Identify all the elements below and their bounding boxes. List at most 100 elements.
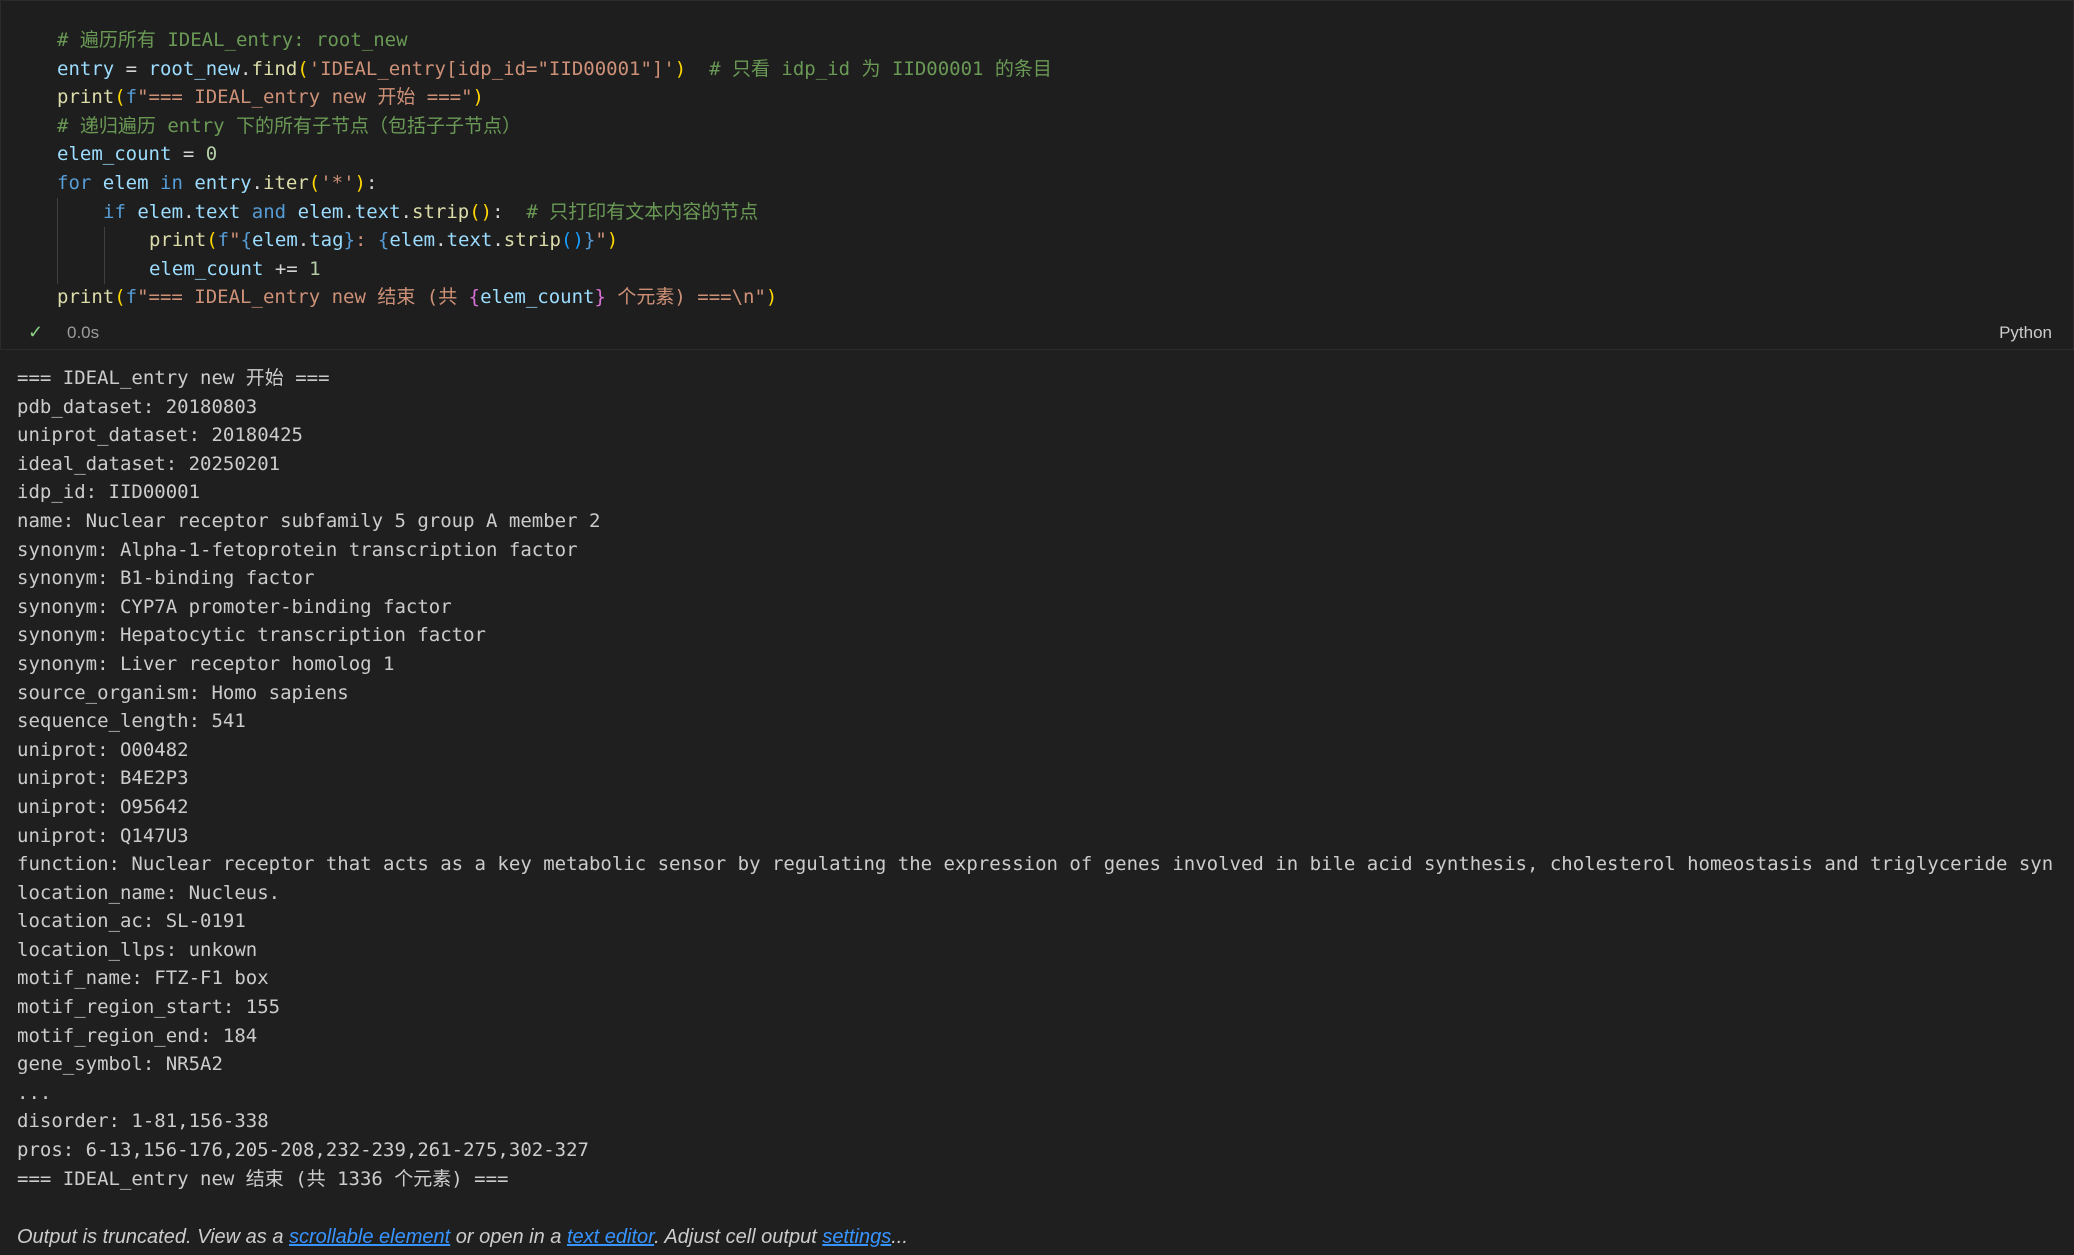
code-token: )	[472, 86, 484, 109]
code-token: "	[595, 229, 607, 252]
output-line: location_name: Nucleus.	[17, 881, 281, 904]
code-token: elem	[297, 200, 344, 223]
code-token: # 只打印有文本内容的节点	[526, 200, 759, 223]
code-token: )	[606, 229, 619, 252]
code-token: .	[400, 200, 412, 223]
code-token: .	[240, 57, 252, 80]
code-token: elem	[252, 229, 298, 252]
code-token: elem_count	[57, 143, 172, 166]
output-line: name: Nuclear receptor subfamily 5 group…	[17, 509, 601, 532]
code-token: }	[583, 229, 596, 252]
code-token: 个元素) ===\n"	[605, 286, 766, 309]
code-line: elem_count = 0	[57, 140, 1052, 169]
code-token: )	[354, 171, 366, 194]
code-token: (	[114, 286, 126, 309]
code-token: f	[125, 286, 138, 309]
code-editor[interactable]: # 遍历所有 IDEAL_entry: root_newentry = root…	[57, 26, 1052, 312]
code-token: entry	[57, 57, 115, 80]
code-token: ()	[561, 229, 584, 252]
output-line: motif_region_end: 184	[17, 1024, 258, 1047]
truncation-suffix: ...	[891, 1226, 908, 1248]
cell-status-bar: ✓ 0.0s Python	[0, 318, 2074, 348]
code-token: :	[492, 200, 527, 223]
code-token: elem	[102, 171, 149, 194]
code-cell[interactable]: # 遍历所有 IDEAL_entry: root_newentry = root…	[0, 0, 2074, 350]
output-line: synonym: Hepatocytic transcription facto…	[17, 624, 486, 647]
output-line: pros: 6-13,156-176,205-208,232-239,261-2…	[17, 1139, 589, 1162]
cell-output: === IDEAL_entry new 开始 === pdb_dataset: 2…	[17, 364, 2074, 1193]
code-line: if elem.text and elem.text.strip(): # 只打…	[57, 198, 1052, 227]
code-token: :	[355, 229, 378, 252]
code-line: print(f"=== IDEAL_entry new 开始 ===")	[57, 83, 1052, 112]
code-token: text	[194, 200, 241, 223]
code-token: tag	[309, 229, 344, 252]
output-line: uniprot: O95642	[17, 795, 189, 818]
code-token: (	[308, 171, 321, 194]
code-token: ()	[469, 200, 493, 223]
code-token: # 遍历所有 IDEAL_entry: root_new	[57, 29, 408, 51]
output-line: === IDEAL_entry new 开始 ===	[17, 367, 330, 389]
output-line: pdb_dataset: 20180803	[17, 395, 258, 418]
code-token: .	[343, 200, 355, 223]
code-token: # 只看 idp_id 为 IID00001 的条目	[709, 57, 1052, 80]
code-token: print	[57, 86, 115, 109]
truncation-prefix: Output is truncated. View as a	[17, 1226, 290, 1248]
code-line: # 遍历所有 IDEAL_entry: root_new	[57, 26, 1052, 55]
output-line: uniprot: B4E2P3	[17, 767, 189, 790]
output-line: === IDEAL_entry new 结束 (共 1336 个元素) ===	[17, 1167, 509, 1190]
code-token: )	[765, 286, 778, 309]
code-token: .	[183, 200, 195, 223]
output-line: function: Nuclear receptor that acts as …	[17, 853, 2054, 876]
output-line: motif_region_start: 155	[17, 996, 281, 1019]
output-line: idp_id: IID00001	[17, 481, 201, 504]
code-line: entry = root_new.find('IDEAL_entry[idp_i…	[57, 55, 1052, 84]
code-token: )	[674, 57, 687, 80]
code-token: if	[103, 200, 126, 223]
scrollable-element-link[interactable]: scrollable element	[289, 1226, 450, 1248]
success-check-icon: ✓	[28, 322, 44, 342]
output-line: uniprot: Q147U3	[17, 824, 189, 847]
code-token: "=== IDEAL_entry new 结束 (共	[137, 286, 469, 309]
output-line: uniprot_dataset: 20180425	[17, 424, 303, 447]
output-line: synonym: Alpha-1-fetoprotein transcripti…	[17, 538, 578, 561]
output-line: gene_symbol: NR5A2	[17, 1053, 223, 1076]
code-token: f	[125, 86, 138, 109]
output-line: synonym: Liver receptor homolog 1	[17, 652, 395, 675]
settings-link[interactable]: settings	[822, 1226, 891, 1248]
code-token: }	[594, 286, 606, 309]
output-line: location_llps: unkown	[17, 938, 258, 961]
code-token: iter	[263, 171, 309, 194]
code-token: (	[114, 86, 126, 109]
code-line: print(f"=== IDEAL_entry new 结束 (共 {elem_…	[57, 283, 1052, 312]
code-token: =	[171, 143, 206, 166]
code-token: in	[160, 171, 183, 194]
code-token: 0	[205, 143, 218, 166]
code-token: "=== IDEAL_entry new 开始 ==="	[137, 86, 473, 109]
code-token: {	[468, 286, 481, 309]
output-line: synonym: CYP7A promoter-binding factor	[17, 595, 452, 618]
code-token: +=	[263, 257, 310, 280]
code-token: f	[217, 229, 230, 252]
text-editor-link[interactable]: text editor	[567, 1226, 654, 1248]
code-token: for	[57, 171, 92, 194]
code-token: entry	[194, 171, 252, 194]
truncation-mid1: or open in a	[450, 1226, 567, 1248]
code-line: elem_count += 1	[57, 255, 1052, 284]
output-line: sequence_length: 541	[17, 710, 246, 733]
code-line: for elem in entry.iter('*'):	[57, 169, 1052, 198]
code-token: .	[492, 229, 504, 252]
code-token: elem	[137, 200, 184, 223]
code-token: # 递归遍历 entry 下的所有子节点（包括子子节点）	[57, 114, 521, 137]
code-token: elem_count	[149, 257, 264, 280]
code-token: .	[435, 229, 447, 252]
code-token: print	[149, 229, 207, 252]
language-selector[interactable]: Python	[1999, 323, 2052, 343]
code-token: elem	[389, 229, 436, 252]
truncation-notice: Output is truncated. View as a scrollabl…	[17, 1226, 908, 1249]
